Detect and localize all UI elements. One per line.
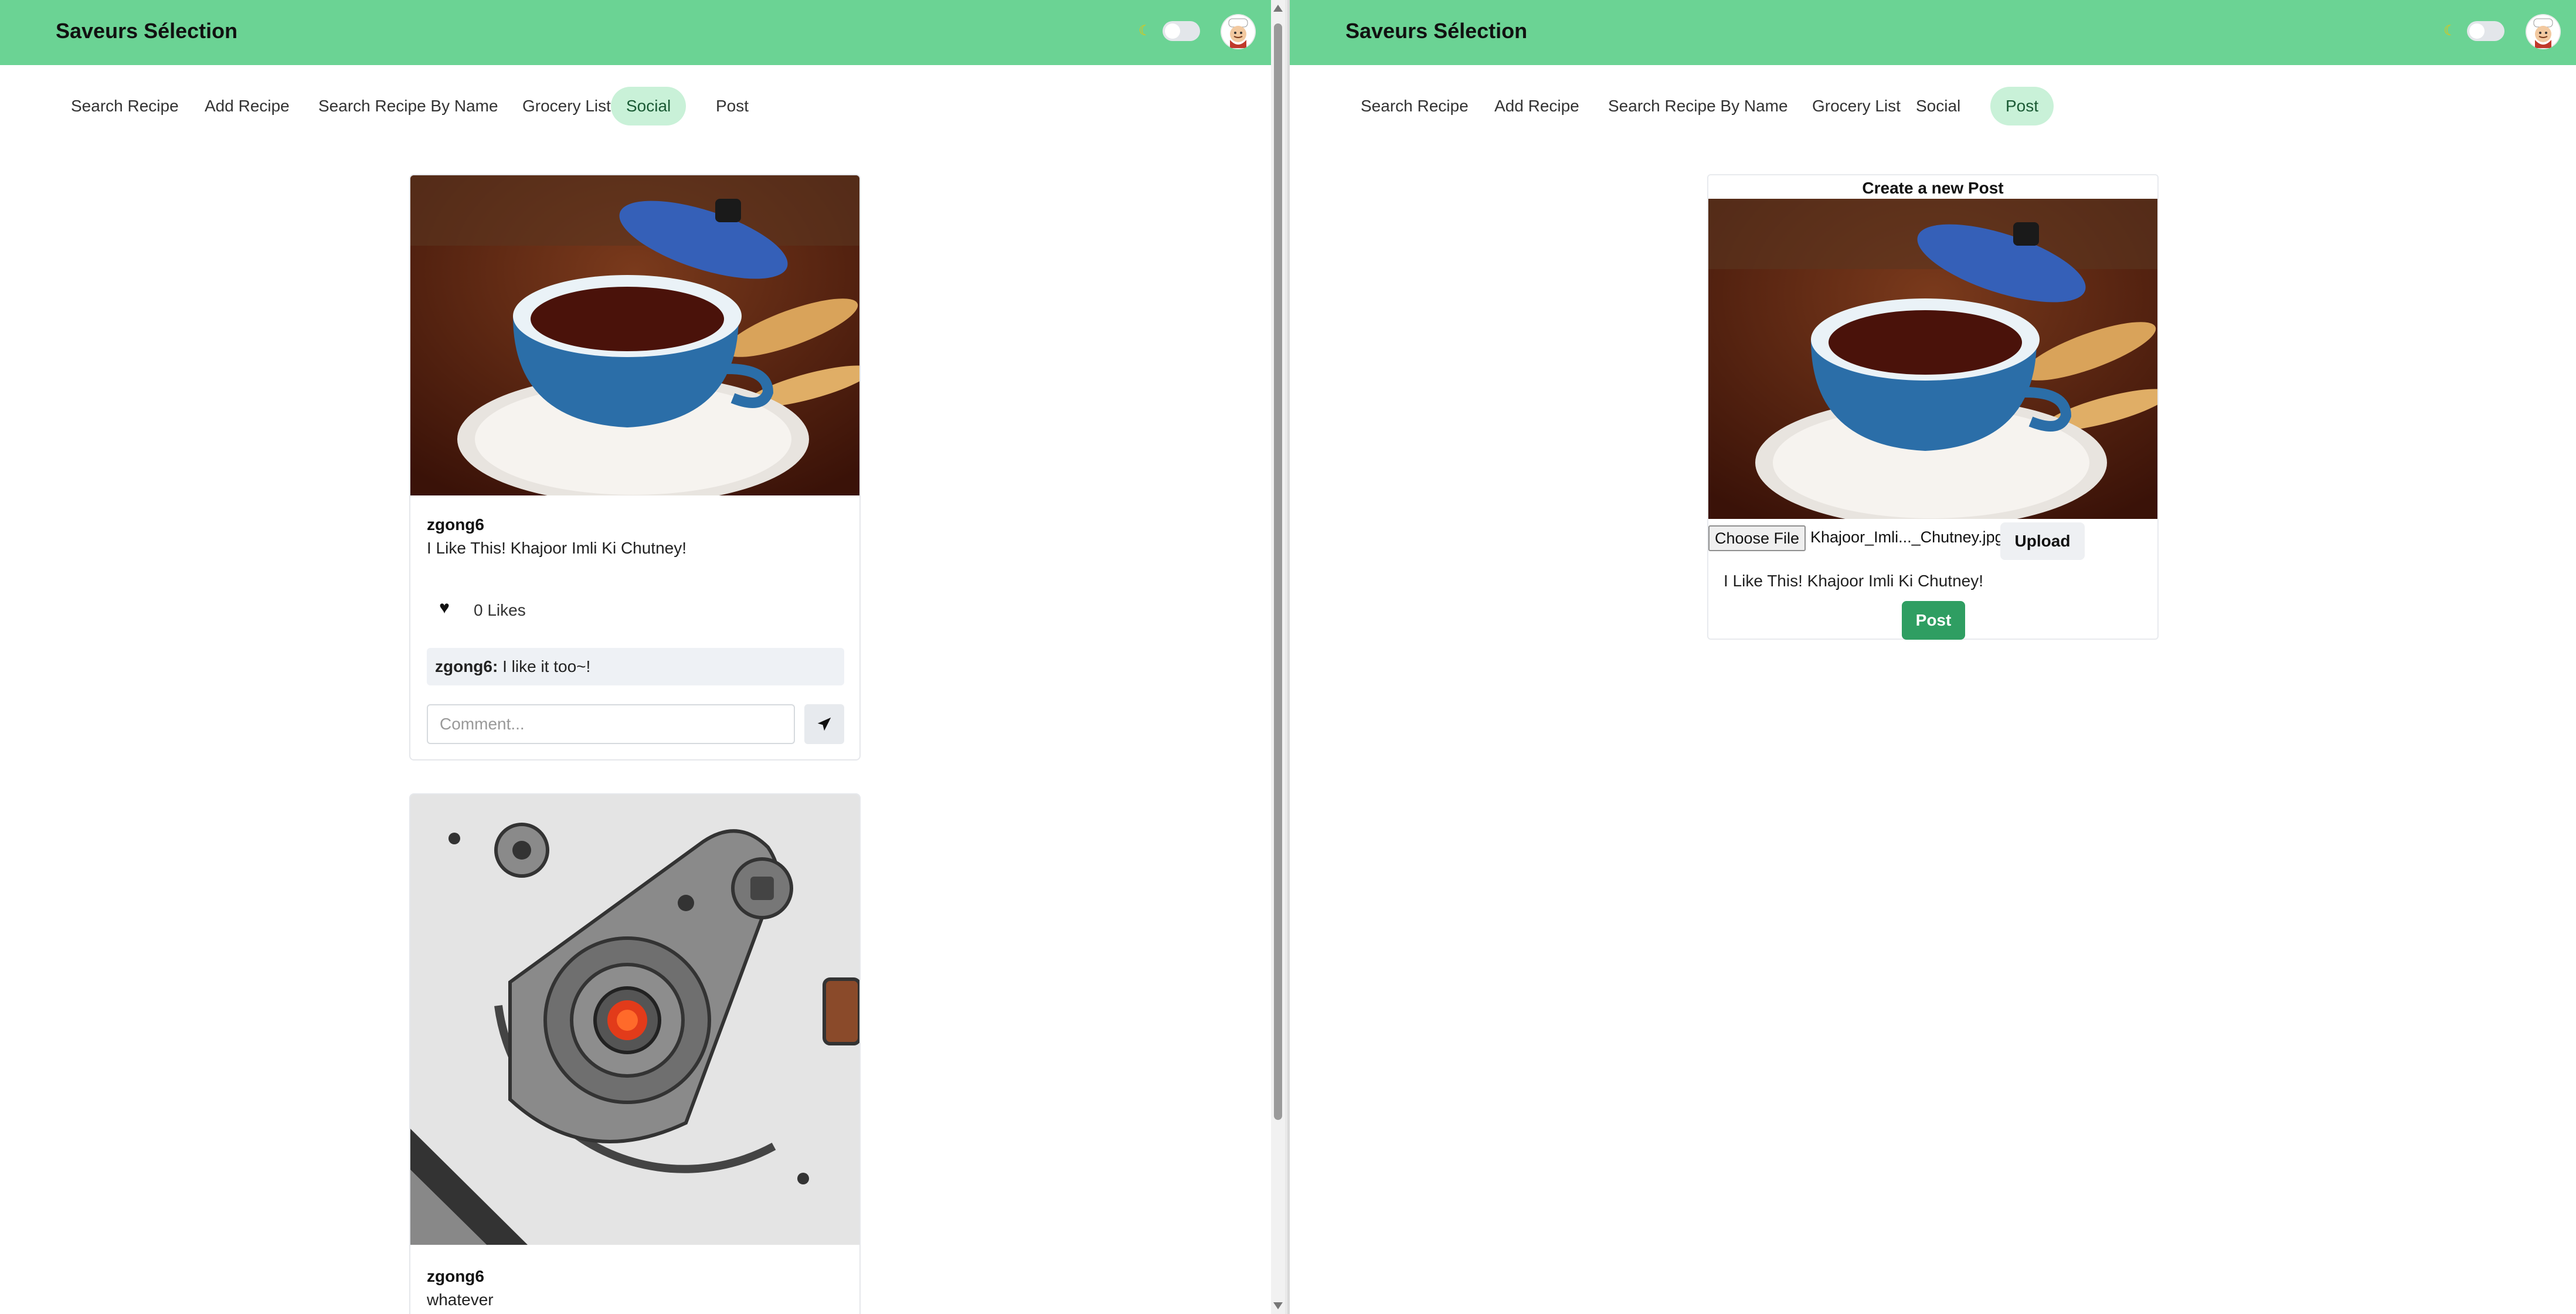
post-username[interactable]: zgong6 — [427, 1267, 484, 1286]
tab-grocery-list[interactable]: Grocery List — [507, 87, 626, 125]
scroll-up-icon[interactable] — [1273, 5, 1283, 12]
app-title: Saveurs Sélection — [56, 19, 238, 43]
heart-icon[interactable]: ♥ — [428, 592, 461, 624]
tab-search-recipe-by-name[interactable]: Search Recipe By Name — [303, 87, 514, 125]
moon-icon: ☾ — [2444, 23, 2456, 39]
post-username[interactable]: zgong6 — [427, 515, 484, 534]
app-header: Saveurs Sélection ☾ — [0, 0, 1271, 65]
like-count: 0 Likes — [474, 601, 526, 619]
moon-icon: ☾ — [1139, 23, 1151, 39]
tab-social[interactable]: Social — [611, 87, 687, 125]
tab-grocery-list[interactable]: Grocery List — [1797, 87, 1916, 125]
comment-text: I like it too~! — [502, 657, 591, 675]
post-button[interactable]: Post — [1902, 601, 1965, 640]
send-icon — [817, 717, 831, 731]
upload-preview-image — [1708, 199, 2157, 519]
left-scrollbar[interactable] — [1271, 0, 1285, 1314]
tab-search-recipe[interactable]: Search Recipe — [1345, 87, 1484, 125]
tab-add-recipe[interactable]: Add Recipe — [1479, 87, 1595, 125]
tab-post[interactable]: Post — [701, 87, 764, 125]
social-window: Saveurs Sélection ☾ Search Recipe Add Re… — [0, 0, 1271, 1314]
avatar[interactable] — [1221, 14, 1256, 49]
selected-file-name: Khajoor_Imli..._Chutney.jpg — [1810, 528, 2004, 546]
app-header: Saveurs Sélection ☾ — [1290, 0, 2576, 65]
scroll-down-icon[interactable] — [1273, 1302, 1283, 1309]
scrollbar-thumb[interactable] — [1274, 23, 1282, 1120]
dark-mode-toggle[interactable] — [1163, 21, 1200, 41]
post-caption-input[interactable]: I Like This! Khajoor Imli Ki Chutney! — [1724, 572, 1983, 590]
app-title: Saveurs Sélection — [1345, 19, 1528, 43]
post-image-chocolate-pot — [410, 175, 859, 495]
post-image-turntable — [410, 794, 859, 1245]
toggle-knob — [1165, 23, 1180, 39]
tab-social[interactable]: Social — [1901, 87, 1976, 125]
dark-mode-toggle[interactable] — [2467, 21, 2504, 41]
tab-search-recipe-by-name[interactable]: Search Recipe By Name — [1593, 87, 1803, 125]
post-caption: whatever — [427, 1291, 494, 1309]
toggle-knob — [2469, 23, 2485, 39]
avatar[interactable] — [2526, 14, 2561, 49]
tab-search-recipe[interactable]: Search Recipe — [56, 87, 194, 125]
post-caption: I Like This! Khajoor Imli Ki Chutney! — [427, 539, 687, 557]
send-comment-button[interactable] — [804, 704, 844, 744]
comment-author: zgong6: — [435, 657, 498, 675]
post-card: zgong6 I Like This! Khajoor Imli Ki Chut… — [409, 174, 861, 760]
comment-input[interactable] — [427, 704, 795, 744]
upload-button[interactable]: Upload — [2000, 522, 2085, 560]
post-card: zgong6 whatever — [409, 793, 861, 1314]
choose-file-button[interactable]: Choose File — [1708, 525, 1806, 551]
create-post-form: Create a new Post Choose File Khajoor_Im… — [1707, 174, 2159, 640]
post-window: Saveurs Sélection ☾ Search Recipe Add Re… — [1290, 0, 2576, 1314]
form-title: Create a new Post — [1862, 179, 2004, 197]
comment-item: zgong6: I like it too~! — [427, 648, 844, 685]
tab-add-recipe[interactable]: Add Recipe — [189, 87, 305, 125]
tab-post[interactable]: Post — [1990, 87, 2054, 125]
